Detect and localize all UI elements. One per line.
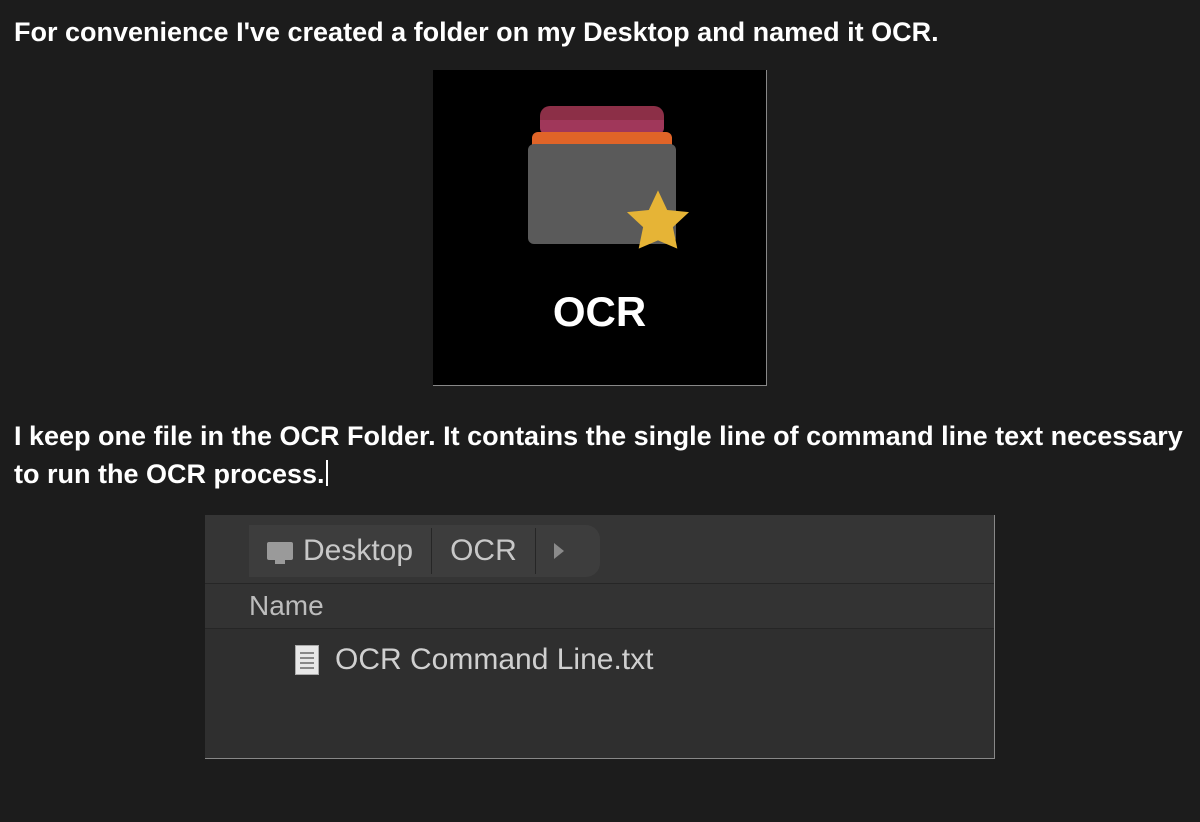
column-header-name[interactable]: Name bbox=[205, 583, 994, 629]
intro-paragraph-1: For convenience I've created a folder on… bbox=[14, 14, 1186, 52]
favorite-star-icon bbox=[620, 184, 696, 260]
file-manager-window: Desktop OCR Name OCR Command Line.txt bbox=[205, 515, 995, 759]
text-caret bbox=[326, 460, 328, 486]
breadcrumb-current-label: OCR bbox=[450, 534, 517, 568]
breadcrumb-desktop[interactable]: Desktop bbox=[249, 534, 431, 568]
breadcrumb-current[interactable]: OCR bbox=[432, 534, 535, 568]
breadcrumb-root-label: Desktop bbox=[303, 534, 413, 568]
breadcrumb: Desktop OCR bbox=[239, 525, 600, 577]
file-row[interactable]: OCR Command Line.txt bbox=[295, 643, 994, 677]
desktop-icon bbox=[267, 542, 293, 560]
desktop-folder-tile[interactable]: OCR bbox=[433, 70, 767, 386]
text-file-icon bbox=[295, 645, 319, 675]
file-name: OCR Command Line.txt bbox=[335, 643, 653, 677]
intro-paragraph-2: I keep one file in the OCR Folder. It co… bbox=[14, 418, 1186, 494]
chevron-right-icon bbox=[554, 543, 564, 559]
folder-icon bbox=[510, 98, 690, 258]
breadcrumb-next[interactable] bbox=[536, 543, 582, 559]
folder-tile-label: OCR bbox=[433, 288, 766, 336]
